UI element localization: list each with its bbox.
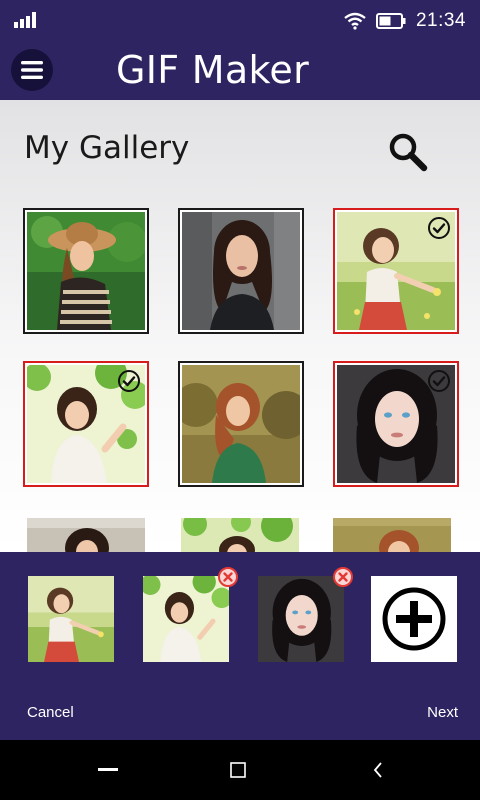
battery-icon	[375, 13, 406, 29]
gallery-photo[interactable]	[181, 510, 299, 552]
wifi-icon	[344, 12, 366, 30]
app-title: GIF Maker	[116, 48, 310, 92]
gallery-photo[interactable]	[333, 361, 459, 487]
gallery-photo[interactable]	[23, 361, 149, 487]
check-circle-icon	[118, 370, 140, 392]
gallery-title: My Gallery	[24, 130, 190, 166]
gallery-photo[interactable]	[178, 361, 304, 487]
tray-item[interactable]	[28, 576, 114, 662]
remove-item-button[interactable]	[217, 566, 239, 588]
status-time: 21:34	[415, 10, 466, 31]
gallery-photo[interactable]	[27, 518, 145, 552]
gallery-panel: My Gallery	[0, 100, 480, 552]
nav-recents-button[interactable]	[222, 754, 254, 786]
photo-woman-red-hair-green-dress	[182, 365, 300, 483]
photo-woman-dark-hair-leather-jacket	[182, 212, 300, 330]
gallery-photo[interactable]	[333, 518, 451, 552]
tray-item[interactable]	[143, 567, 238, 662]
nav-back-button[interactable]	[362, 754, 394, 786]
photo-little-girl-meadow	[28, 576, 114, 662]
plus-circle-icon	[382, 587, 446, 651]
app-bar: GIF Maker	[0, 42, 480, 100]
status-bar: 21:34	[0, 0, 480, 42]
check-circle-icon	[428, 217, 450, 239]
photo-girl-straw-hat	[27, 212, 145, 330]
gallery-photo[interactable]	[333, 208, 459, 334]
signal-bars-icon	[14, 12, 36, 28]
photo-girl-dark-hair-partial	[27, 518, 145, 552]
add-photo-button[interactable]	[371, 576, 457, 662]
selection-tray: Cancel Next	[0, 552, 480, 740]
photo-girl-blue-eyes-dark-hair	[258, 576, 344, 662]
photo-woman-red-hair-partial	[333, 518, 451, 552]
hamburger-menu-icon	[21, 61, 43, 79]
search-icon	[389, 133, 428, 172]
gallery-photo[interactable]	[23, 208, 149, 334]
photo-girl-leaves-partial	[181, 510, 299, 552]
square-icon	[230, 762, 246, 778]
chevron-left-icon	[373, 762, 382, 778]
nav-home-button[interactable]	[92, 754, 124, 786]
close-circle-icon	[218, 567, 238, 587]
tray-item[interactable]	[258, 567, 353, 662]
photo-girl-leaves-white-shirt	[143, 576, 229, 662]
close-circle-icon	[333, 567, 353, 587]
remove-item-button[interactable]	[332, 566, 354, 588]
search-button[interactable]	[386, 130, 430, 174]
check-circle-icon	[428, 370, 450, 392]
system-nav-bar	[0, 740, 480, 800]
next-button[interactable]: Next	[427, 704, 458, 721]
minus-icon	[98, 768, 118, 771]
cancel-button[interactable]: Cancel	[27, 704, 74, 721]
gallery-photo[interactable]	[178, 208, 304, 334]
menu-button[interactable]	[11, 49, 53, 91]
